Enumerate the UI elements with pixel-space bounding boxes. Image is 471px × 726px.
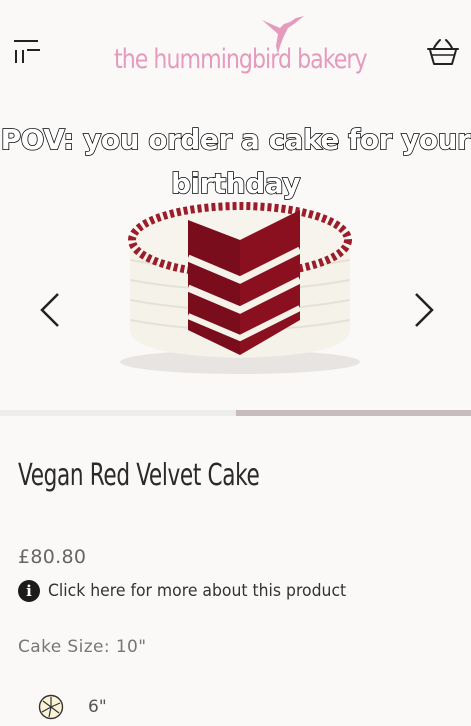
chevron-left-icon[interactable] xyxy=(36,290,66,330)
cake-size-label: Cake Size: 10" xyxy=(18,637,147,657)
chevron-right-icon[interactable] xyxy=(408,290,438,330)
video-caption: POV: you order a cake for your birthday xyxy=(0,122,471,201)
red-velvet-cake-illustration xyxy=(120,202,360,374)
size-option-label: 6" xyxy=(88,697,107,717)
brand-name: the hummingbird bakery xyxy=(114,44,368,75)
cake-size-icon xyxy=(38,694,64,720)
product-title: Vegan Red Velvet Cake xyxy=(18,458,260,493)
gallery-progress xyxy=(0,410,471,416)
site-header: the hummingbird bakery xyxy=(0,0,471,110)
info-icon: i xyxy=(18,580,40,602)
more-info-link[interactable]: i Click here for more about this product xyxy=(18,580,372,602)
basket-icon[interactable] xyxy=(426,38,460,66)
gallery-progress-fill xyxy=(235,410,471,416)
hamburger-menu-icon[interactable] xyxy=(14,38,40,64)
product-price: £80.80 xyxy=(18,546,87,568)
product-image[interactable] xyxy=(100,180,370,380)
more-info-text: Click here for more about this product xyxy=(48,581,347,601)
size-option-6[interactable]: 6" xyxy=(38,694,107,720)
brand-logo[interactable]: the hummingbird bakery xyxy=(100,14,370,84)
